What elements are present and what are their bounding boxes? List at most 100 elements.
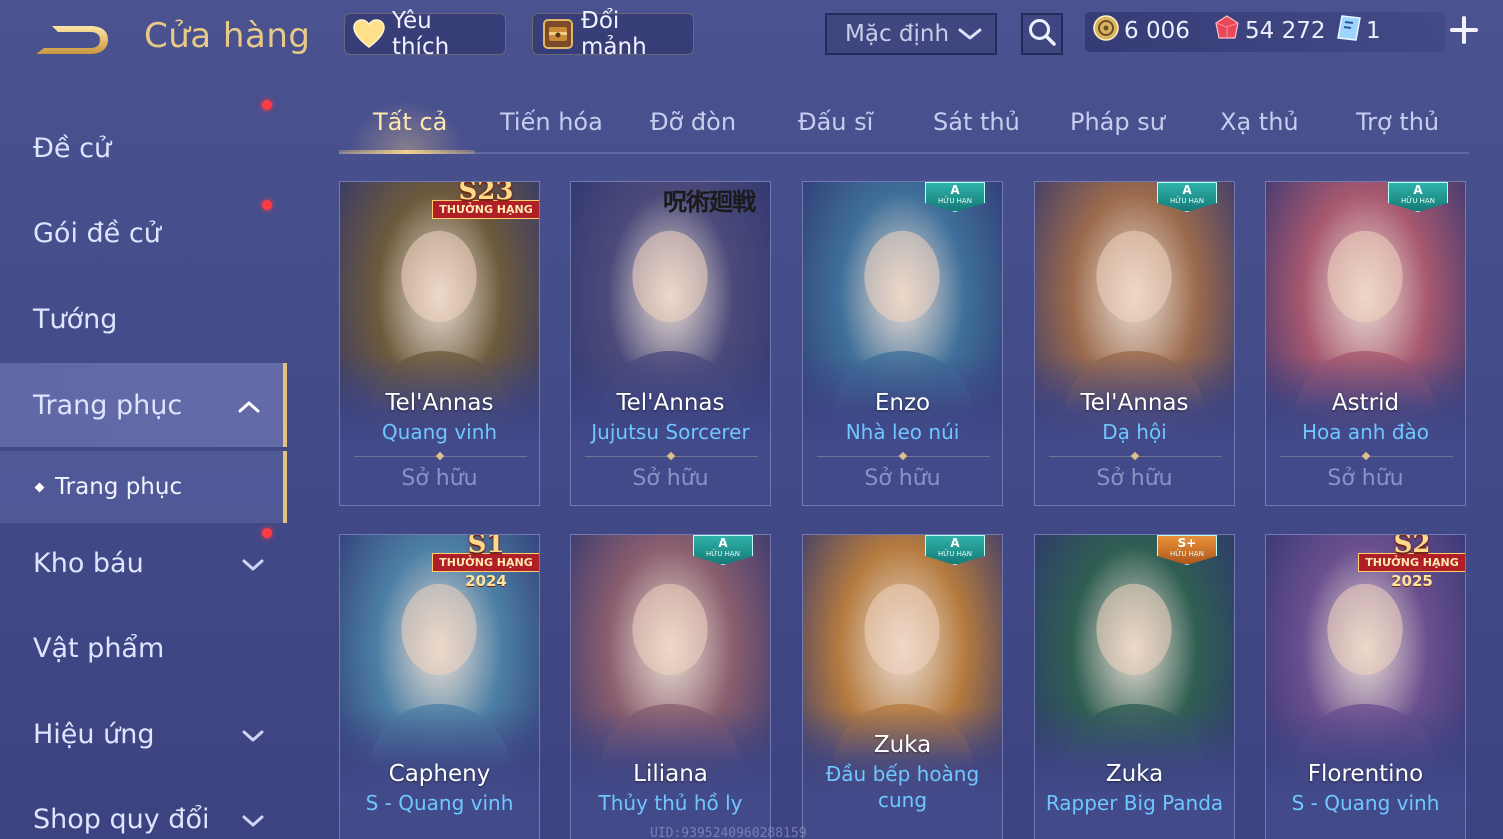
skin-name: Hoa anh đào [1301,420,1430,444]
skin-card[interactable]: S1 THƯỞNG HẠNG 2024 Capheny S - Quang vinh [339,534,540,839]
rarity-badge: S2 THƯỞNG HẠNG 2025 [1358,535,1465,590]
card-divider [354,456,527,457]
badge-subtitle: THƯỞNG HẠNG [1358,553,1465,572]
sidebar-item-recommended[interactable]: Đề cử [0,106,287,190]
sidebar-item-label: Trang phục [33,389,183,421]
exchange-shards-label: Đổi mảnh [581,8,647,60]
tab-all[interactable]: Tất cả [373,108,447,148]
owned-status: Sở hữu [864,466,941,491]
hero-name: Tel'Annas [385,390,494,416]
ruby-currency: 54 272 [1213,14,1325,48]
rarity-badge: A HỮU HẠN [925,182,985,212]
sidebar-item-bundles[interactable]: Gói đề cử [0,100,287,275]
search-icon [1027,17,1057,51]
favorites-label: Yêu thích [391,8,450,60]
skin-card[interactable]: A HỮU HẠN Liliana Thủy thủ hồ ly [570,534,771,839]
sidebar-item-items[interactable]: Vật phẩm [0,606,287,690]
sidebar-item-label: Shop quy đổi [33,803,210,835]
sidebar-item-effects[interactable]: Hiệu ứng [0,692,287,776]
rarity-badge: S1 THƯỞNG HẠNG 2024 [432,535,539,590]
sort-dropdown[interactable]: Mặc định [825,13,997,55]
voucher-ticket-icon [1336,14,1362,48]
ruby-gem-icon [1213,14,1241,48]
hero-name: Tel'Annas [1080,390,1189,416]
owned-status: Sở hữu [1096,466,1173,491]
rarity-badge: A HỮU HẠN [925,535,985,565]
category-tabs: Tất cả Tiến hóa Đỡ đòn Đấu sĩ Sát thủ Ph… [339,100,1469,154]
plus-icon[interactable] [1446,12,1482,48]
tab-label: Pháp sư [1070,108,1165,136]
badge-subtitle: HỮU HẠN [1170,550,1204,558]
chevron-down-icon [957,23,983,51]
sidebar-item-label: Tướng [33,303,118,335]
sidebar-item-heroes[interactable]: Tướng [0,277,287,361]
badge-title: A [950,183,960,197]
tab-support[interactable]: Trợ thủ [1356,108,1439,148]
ticket-currency: 1 [1336,14,1381,48]
uid-watermark: UID:9395240960288159 [650,826,807,839]
notification-dot [262,528,272,538]
gold-amount: 6 006 [1124,18,1190,44]
card-divider [1280,456,1453,457]
gold-currency: 6 006 [1092,14,1190,48]
hero-name: Liliana [633,761,708,787]
tab-evolution[interactable]: Tiến hóa [500,108,603,148]
notification-dot [262,100,272,110]
hero-name: Astrid [1331,390,1400,416]
favorites-button[interactable]: Yêu thích [344,8,506,60]
badge-subtitle: HỮU HẠN [1401,197,1435,205]
badge-subtitle: HỮU HẠN [1170,197,1204,205]
sidebar-item-label: Kho báu [33,547,144,579]
skin-card[interactable]: S2 THƯỞNG HẠNG 2025 Florentino S - Quang vin… [1265,534,1466,839]
skin-name: Rapper Big Panda [1045,791,1224,815]
badge-title: A [950,536,960,550]
tab-marksman[interactable]: Xạ thủ [1220,108,1299,148]
hero-name: Enzo [874,390,931,416]
card-divider [817,456,990,457]
badge-subtitle: THƯỞNG HẠNG [432,200,539,219]
rarity-badge: S+ HỮU HẠN [1157,535,1217,565]
skin-card[interactable]: A HỮU HẠN Astrid Hoa anh đào Sở hữu [1265,181,1466,506]
skin-card[interactable]: A HỮU HẠN Tel'Annas Dạ hội Sở hữu [1034,181,1235,506]
exchange-shards-button[interactable]: Đổi mảnh [532,8,694,60]
sidebar-item-treasure[interactable]: Kho báu [0,521,287,605]
tab-tank[interactable]: Đỡ đòn [650,108,736,148]
owned-status: Sở hữu [1327,466,1404,491]
tab-mage[interactable]: Pháp sư [1070,108,1165,148]
heart-icon [353,17,386,51]
sidebar-item-label: Gói đề cử [33,217,161,249]
badge-subtitle: THƯỞNG HẠNG [432,553,539,572]
skin-name: Đầu bếp hoàng cung [825,762,980,812]
card-divider [1049,456,1222,457]
top-bar: Cửa hàng Yêu thích Đổi mảnh Mặc định 6 0… [0,0,1503,80]
ticket-amount: 1 [1366,18,1381,44]
tab-assassin[interactable]: Sát thủ [933,108,1020,148]
chevron-down-icon [241,722,265,753]
skin-card[interactable]: S23 THƯỞNG HẠNG Tel'Annas Quang vinh Sở hữu [339,181,540,506]
badge-subtitle: HỮU HẠN [938,197,972,205]
sidebar-item-exchange-shop[interactable]: Shop quy đổi [0,777,287,839]
skin-card[interactable]: A HỮU HẠN Enzo Nhà leo núi Sở hữu [802,181,1003,506]
sidebar-item-label: Đề cử [33,132,112,164]
badge-year: 2024 [465,572,507,590]
sidebar-item-skins[interactable]: Trang phục [0,363,287,447]
gold-coin-icon [1092,14,1120,48]
skin-card[interactable]: 呪術廻戦 Tel'Annas Jujutsu Sorcerer Sở hữu [570,181,771,506]
search-button[interactable] [1021,13,1063,55]
diamond-bullet-icon [34,482,45,492]
back-arrow-icon[interactable] [30,18,114,62]
hero-name: Florentino [1307,761,1424,787]
chevron-down-icon [241,807,265,838]
sidebar-item-label: Vật phẩm [33,632,165,664]
tab-fighter[interactable]: Đấu sĩ [798,108,873,148]
sidebar-subitem-label: Trang phục [55,474,183,500]
skin-name: S - Quang vinh [1291,791,1440,815]
sidebar-subitem-skins[interactable]: Trang phục [0,451,287,523]
hero-name: Tel'Annas [616,390,725,416]
skin-card[interactable]: S+ HỮU HẠN Zuka Rapper Big Panda [1034,534,1235,839]
badge-subtitle: HỮU HẠN [938,550,972,558]
rarity-badge: A HỮU HẠN [693,535,753,565]
skin-card[interactable]: A HỮU HẠN Zuka Đầu bếp hoàng cung [802,534,1003,839]
active-tab-underline [339,150,475,154]
tab-label: Đỡ đòn [650,108,737,136]
